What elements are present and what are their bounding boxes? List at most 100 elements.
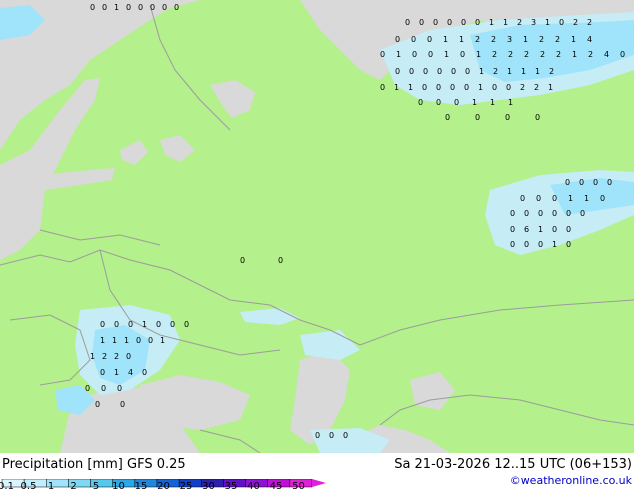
precipitation-map: 0010000000000011231022000112231221401001…: [0, 0, 634, 453]
precip-value-label: 1: [490, 98, 495, 107]
precip-value-label: 0: [510, 209, 515, 218]
precip-value-label: 0: [436, 83, 441, 92]
precip-value-label: 2: [587, 18, 592, 27]
precip-value-label: 1: [394, 83, 399, 92]
precip-value-label: 0: [492, 83, 497, 92]
map-canvas: 0 0 1 0 0 0 0 00 0 0 0 0 0 1 1 2 3 1 0 2 20 0 0 1 1 2 2 3 1 2 2 1 40 1 0 0 1…: [0, 0, 634, 453]
precip-value-label: 0: [559, 18, 564, 27]
precip-value-label: 2: [573, 18, 578, 27]
precip-value-label: 0: [162, 3, 167, 12]
precip-value-label: 0: [450, 83, 455, 92]
precip-value-label: 2: [524, 50, 529, 59]
map-footer: Precipitation [mm] GFS 0.25 Sa 21-03-202…: [0, 453, 634, 492]
precip-value-label: 2: [555, 35, 560, 44]
precip-value-label: 0: [395, 35, 400, 44]
color-scale-tick-label: 35: [224, 481, 238, 492]
precip-value-label: 0: [128, 320, 133, 329]
precip-value-label: 1: [124, 336, 129, 345]
precip-value-label: 0: [126, 3, 131, 12]
precip-value-label: 1: [90, 352, 95, 361]
precip-value-label: 0: [329, 431, 334, 440]
precip-value-label: 1: [584, 194, 589, 203]
precip-value-label: 2: [540, 50, 545, 59]
color-scale-tick-label: 5: [92, 481, 100, 492]
precip-value-label: 0: [475, 113, 480, 122]
precip-value-label: 0: [520, 194, 525, 203]
precip-value-label: 0: [620, 50, 625, 59]
color-scale: 0.1 0.5 1 2 5 10 15 20 25 30 35 40 45 50: [0, 473, 330, 492]
precip-value-label: 0: [85, 384, 90, 393]
precip-value-label: 0: [117, 384, 122, 393]
precip-value-label: 1: [548, 83, 553, 92]
precip-value-label: 1: [479, 67, 484, 76]
precip-value-label: 0: [565, 178, 570, 187]
precip-value-label: 0: [170, 320, 175, 329]
precip-value-label: 2: [114, 352, 119, 361]
precip-value-label: 0: [536, 194, 541, 203]
color-scale-tick-label: 45: [269, 481, 283, 492]
precip-value-label: 2: [508, 50, 513, 59]
precip-value-label: 0: [593, 178, 598, 187]
precip-value-label: 1: [476, 50, 481, 59]
precip-value-label: 4: [587, 35, 592, 44]
precip-value-label: 0: [95, 400, 100, 409]
precip-value-label: 0: [343, 431, 348, 440]
color-scale-tick-label: 25: [179, 481, 193, 492]
precip-value-label: 0: [428, 50, 433, 59]
precip-value-label: 0: [436, 98, 441, 107]
precip-value-label: 0: [510, 240, 515, 249]
color-scale-tick-label: 15: [134, 481, 148, 492]
color-scale-tick-label: 40: [247, 481, 260, 492]
valid-time: Sa 21-03-2026 12..15 UTC (06+153): [394, 457, 632, 472]
precip-value-label: 3: [507, 35, 512, 44]
precip-value-label: 0: [580, 209, 585, 218]
precip-value-label: 0: [437, 67, 442, 76]
precip-value-label: 0: [419, 18, 424, 27]
precip-value-label: 0: [405, 18, 410, 27]
precip-value-label: 1: [472, 98, 477, 107]
precip-value-label: 0: [566, 225, 571, 234]
precip-value-label: 2: [491, 35, 496, 44]
precip-value-label: 0: [90, 3, 95, 12]
precip-value-label: 0: [380, 50, 385, 59]
precip-value-label: 1: [535, 67, 540, 76]
precip-value-label: 0: [100, 320, 105, 329]
precip-value-label: 0: [475, 18, 480, 27]
precip-value-label: 0: [566, 209, 571, 218]
precip-value-label: 1: [503, 18, 508, 27]
precip-value-label: 1: [521, 67, 526, 76]
precip-value-label: 2: [102, 352, 107, 361]
credit-link[interactable]: ©weatheronline.co.uk: [510, 474, 632, 487]
precip-value-label: 0: [126, 352, 131, 361]
precip-value-label: 0: [552, 225, 557, 234]
precip-value-label: 2: [517, 18, 522, 27]
precip-value-label: 1: [114, 368, 119, 377]
precip-value-label: 2: [534, 83, 539, 92]
precip-value-label: 1: [545, 18, 550, 27]
precip-value-label: 0: [315, 431, 320, 440]
precip-value-label: 0: [524, 209, 529, 218]
precip-value-label: 0: [552, 194, 557, 203]
precip-value-label: 1: [538, 225, 543, 234]
precip-value-label: 0: [101, 384, 106, 393]
precip-value-label: 1: [443, 35, 448, 44]
weather-map-page: 0010000000000011231022000112231221401001…: [0, 0, 634, 492]
precip-value-label: 1: [396, 50, 401, 59]
precip-value-label: 0: [538, 240, 543, 249]
precip-value-label: 0: [566, 240, 571, 249]
precip-value-label: 0: [142, 368, 147, 377]
color-scale-tick-label: 0.1: [0, 481, 14, 492]
precip-value-label: 0: [600, 194, 605, 203]
precip-value-label: 2: [556, 50, 561, 59]
model-name: GFS: [127, 457, 153, 472]
precip-value-label: 0: [427, 35, 432, 44]
model-resolution: 0.25: [156, 457, 186, 472]
color-scale-tick-label: 50: [292, 481, 305, 492]
precip-value-label: 0: [148, 336, 153, 345]
precip-value-label: 2: [539, 35, 544, 44]
precip-value-label: 0: [524, 240, 529, 249]
precip-value-label: 0: [607, 178, 612, 187]
precip-value-label: 0: [505, 113, 510, 122]
precip-value-label: 0: [411, 35, 416, 44]
precip-value-label: 0: [461, 18, 466, 27]
